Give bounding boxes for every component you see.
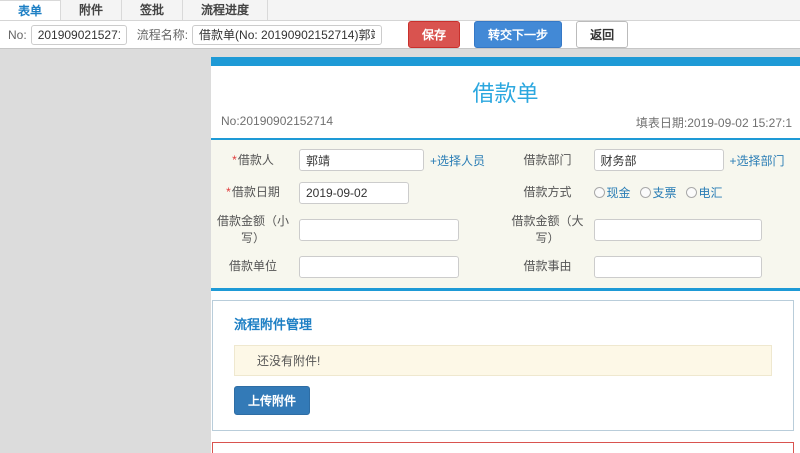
loan-date-input[interactable] (299, 181, 409, 204)
reason-label: 借款事由 (523, 259, 572, 273)
radio-wire-label: 电汇 (698, 186, 723, 200)
field-method: 借款方式 现金 支票 电汇 (506, 176, 800, 209)
field-reason: 借款事由 (506, 251, 800, 282)
borrower-input[interactable] (299, 149, 424, 171)
field-amount-upper: 借款金额（大写） (506, 209, 800, 251)
next-step-button[interactable]: 转交下一步 (474, 21, 563, 48)
select-person-link[interactable]: +选择人员 (430, 152, 485, 169)
loan-form-section: 借款单 No:20190902152714 填表日期:2019-09-02 15… (211, 57, 800, 291)
radio-cheque-label: 支票 (652, 186, 677, 200)
radio-cash[interactable]: 现金 (593, 184, 631, 201)
field-amount-lower: 借款金额（小写） (211, 209, 506, 251)
radio-icon (685, 187, 697, 198)
field-borrower: *借款人 +选择人员 (211, 144, 506, 176)
radio-icon (639, 187, 651, 198)
form-top-bar (211, 57, 800, 66)
no-attachment-alert: 还没有附件! (234, 345, 772, 376)
form-meta-row: No:20190902152714 填表日期:2019-09-02 15:27:… (211, 114, 800, 138)
radio-cash-label: 现金 (606, 186, 631, 200)
amount-upper-label: 借款金额（大写） (511, 214, 584, 245)
attachment-title: 流程附件管理 (234, 317, 313, 332)
form-no-text: No:20190902152714 (221, 114, 334, 128)
method-radio-group: 现金 支票 电汇 (593, 184, 723, 201)
back-button[interactable]: 返回 (576, 21, 629, 48)
tab-approval[interactable]: 签批 (122, 0, 184, 20)
amount-lower-label: 借款金额（小写） (216, 214, 289, 245)
tab-bar: 表单 附件 签批 流程进度 (0, 0, 800, 21)
unit-label: 借款单位 (228, 259, 277, 273)
field-date: *借款日期 (211, 176, 506, 209)
field-department: 借款部门 +选择部门 (506, 144, 800, 176)
date-label: *借款日期 (226, 185, 280, 199)
method-label: 借款方式 (523, 185, 572, 199)
radio-wire[interactable]: 电汇 (685, 184, 723, 201)
no-label: No: (8, 27, 27, 42)
required-mark: * (232, 152, 237, 167)
reason-input[interactable] (593, 255, 762, 278)
tab-attachments[interactable]: 附件 (61, 0, 123, 20)
form-grid: *借款人 +选择人员 借款部门 +选择部门 *借款日期 (211, 140, 800, 288)
form-bottom-bar (211, 288, 800, 291)
amount-lower-input[interactable] (299, 219, 459, 241)
required-mark: * (226, 185, 231, 199)
radio-icon (593, 187, 605, 198)
select-department-link[interactable]: +选择部门 (730, 152, 785, 169)
approval-section: 流程签批意见 B I abc (212, 442, 794, 453)
form-date-text: 填表日期:2019-09-02 15:27:1 (635, 116, 792, 130)
unit-input[interactable] (299, 255, 459, 278)
upload-attachment-button[interactable]: 上传附件 (234, 386, 311, 415)
flow-name-input[interactable] (192, 24, 383, 45)
department-label: 借款部门 (523, 152, 572, 167)
content-panel: 借款单 No:20190902152714 填表日期:2019-09-02 15… (211, 57, 800, 453)
attachment-section: 流程附件管理 还没有附件! 上传附件 (212, 300, 794, 431)
page-title: 借款单 (472, 81, 539, 106)
amount-upper-input[interactable] (593, 219, 762, 241)
tab-form[interactable]: 表单 (0, 0, 62, 20)
flow-name-label: 流程名称: (136, 28, 189, 42)
no-input[interactable] (30, 24, 127, 45)
department-input[interactable] (593, 149, 724, 171)
field-unit: 借款单位 (211, 251, 506, 282)
radio-cheque[interactable]: 支票 (639, 184, 677, 201)
tab-progress[interactable]: 流程进度 (183, 0, 269, 20)
borrower-label: *借款人 (232, 152, 274, 167)
save-button[interactable]: 保存 (408, 21, 461, 48)
action-toolbar: No: 流程名称: 保存 转交下一步 返回 (0, 21, 800, 49)
